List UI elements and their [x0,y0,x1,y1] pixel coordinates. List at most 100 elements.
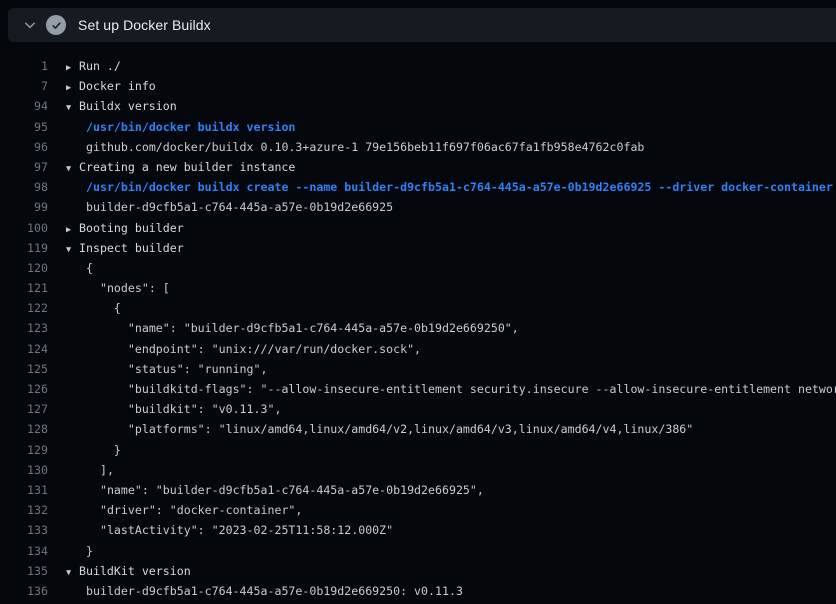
chevron-down-icon[interactable] [17,8,43,42]
log-group-line[interactable]: 135 ▼BuildKit version [0,561,836,581]
log-text: builder-d9cfb5a1-c764-445a-a57e-0b19d2e6… [86,200,393,214]
log-group-line[interactable]: 97 ▼Creating a new builder instance [0,157,836,177]
log-line-content: "platforms": "linux/amd64,linux/amd64/v2… [66,419,693,439]
log-text: Inspect builder [79,241,184,255]
log-line-content: /usr/bin/docker buildx create --name bui… [66,177,833,197]
log-group-line[interactable]: 94 ▼Buildx version [0,96,836,116]
log-line-content: "name": "builder-d9cfb5a1-c764-445a-a57e… [66,480,484,500]
log-text: Creating a new builder instance [79,160,295,174]
check-circle-icon [46,15,66,35]
log-line: 96 github.com/docker/buildx 0.10.3+azure-… [0,137,836,157]
line-number[interactable]: 96 [0,137,48,157]
line-number[interactable]: 129 [0,440,48,460]
log-group-line[interactable]: 100 ▶Booting builder [0,218,836,238]
log-text: github.com/docker/buildx 0.10.3+azure-1 … [86,140,644,154]
triangle-right-icon: ▶ [66,78,79,96]
line-number[interactable]: 130 [0,460,48,480]
line-number[interactable]: 126 [0,379,48,399]
log-line-content: builder-d9cfb5a1-c764-445a-a57e-0b19d2e6… [66,581,463,601]
step-header[interactable]: Set up Docker Buildx [8,8,836,42]
line-number[interactable]: 95 [0,117,48,137]
log-group-line[interactable]: 7 ▶Docker info [0,76,836,96]
log-line-content: /usr/bin/docker buildx version [66,117,295,137]
log-line-content: "buildkitd-flags": "--allow-insecure-ent… [66,379,836,399]
log-line: 132 "driver": "docker-container", [0,500,836,520]
log-line: 99 builder-d9cfb5a1-c764-445a-a57e-0b19d2… [0,197,836,217]
log-lines: 1▶Run ./7▶Docker info94▼Buildx version95… [0,56,836,601]
log-group-content[interactable]: ▶Run ./ [66,56,121,76]
triangle-down-icon: ▼ [66,240,79,258]
line-number[interactable]: 132 [0,500,48,520]
log-group-line[interactable]: 119 ▼Inspect builder [0,238,836,258]
log-text: "buildkit": "v0.11.3", [86,402,281,416]
line-number[interactable]: 7 [0,76,48,96]
log-line-content: ], [66,460,114,480]
line-number[interactable]: 136 [0,581,48,601]
log-line-content: "status": "running", [66,359,267,379]
line-number[interactable]: 133 [0,520,48,540]
line-number[interactable]: 1 [0,56,48,76]
log-text: { [86,301,121,315]
log-line-content: "nodes": [ [66,278,170,298]
line-number[interactable]: 120 [0,258,48,278]
log-group-content[interactable]: ▼BuildKit version [66,561,191,581]
triangle-down-icon: ▼ [66,98,79,116]
log-line-content: "name": "builder-d9cfb5a1-c764-445a-a57e… [66,318,519,338]
log-text: Run ./ [79,59,121,73]
triangle-right-icon: ▶ [66,220,79,238]
line-number[interactable]: 124 [0,339,48,359]
line-number[interactable]: 122 [0,298,48,318]
log-line: 130 ], [0,460,836,480]
line-number[interactable]: 97 [0,157,48,177]
log-text: "name": "builder-d9cfb5a1-c764-445a-a57e… [86,483,484,497]
log-text: "nodes": [ [86,281,170,295]
log-text: /usr/bin/docker buildx create --name bui… [86,180,833,194]
log-line: 121 "nodes": [ [0,278,836,298]
log-group-content[interactable]: ▶Docker info [66,76,156,96]
log-line-content: { [66,258,93,278]
log-group-content[interactable]: ▼Inspect builder [66,238,184,258]
log-line-content: "driver": "docker-container", [66,500,302,520]
line-number[interactable]: 119 [0,238,48,258]
log-line-content: "lastActivity": "2023-02-25T11:58:12.000… [66,520,393,540]
line-number[interactable]: 128 [0,419,48,439]
line-number[interactable]: 123 [0,318,48,338]
line-number[interactable]: 94 [0,96,48,116]
log-text: Booting builder [79,221,184,235]
line-number[interactable]: 135 [0,561,48,581]
line-number[interactable]: 121 [0,278,48,298]
log-line-content: "endpoint": "unix:///var/run/docker.sock… [66,339,421,359]
line-number[interactable]: 99 [0,197,48,217]
log-group-line[interactable]: 1 ▶Run ./ [0,56,836,76]
log-text: /usr/bin/docker buildx version [86,120,295,134]
log-text: "endpoint": "unix:///var/run/docker.sock… [86,342,421,356]
log-text: "platforms": "linux/amd64,linux/amd64/v2… [86,422,693,436]
log-line-content: builder-d9cfb5a1-c764-445a-a57e-0b19d2e6… [66,197,393,217]
log-line: 126 "buildkitd-flags": "--allow-insecure… [0,379,836,399]
log-line: 123 "name": "builder-d9cfb5a1-c764-445a-… [0,318,836,338]
line-number[interactable]: 131 [0,480,48,500]
log-text: "name": "builder-d9cfb5a1-c764-445a-a57e… [86,321,519,335]
log-text: Buildx version [79,99,177,113]
line-number[interactable]: 127 [0,399,48,419]
log-group-content[interactable]: ▶Booting builder [66,218,184,238]
line-number[interactable]: 134 [0,541,48,561]
log-line: 120 { [0,258,836,278]
log-line: 134} [0,541,836,561]
log-line: 131 "name": "builder-d9cfb5a1-c764-445a-… [0,480,836,500]
log-line: 129 } [0,440,836,460]
log-text: } [86,443,121,457]
log-line: 122 { [0,298,836,318]
triangle-down-icon: ▼ [66,563,79,581]
log-text: ], [86,463,114,477]
log-group-content[interactable]: ▼Buildx version [66,96,177,116]
line-number[interactable]: 100 [0,218,48,238]
log-line: 95/usr/bin/docker buildx version [0,117,836,137]
log-line-content: } [66,440,121,460]
log-group-content[interactable]: ▼Creating a new builder instance [66,157,295,177]
log-line: 128 "platforms": "linux/amd64,linux/amd6… [0,419,836,439]
log-text: Docker info [79,79,156,93]
line-number[interactable]: 98 [0,177,48,197]
log-line-content: { [66,298,121,318]
line-number[interactable]: 125 [0,359,48,379]
